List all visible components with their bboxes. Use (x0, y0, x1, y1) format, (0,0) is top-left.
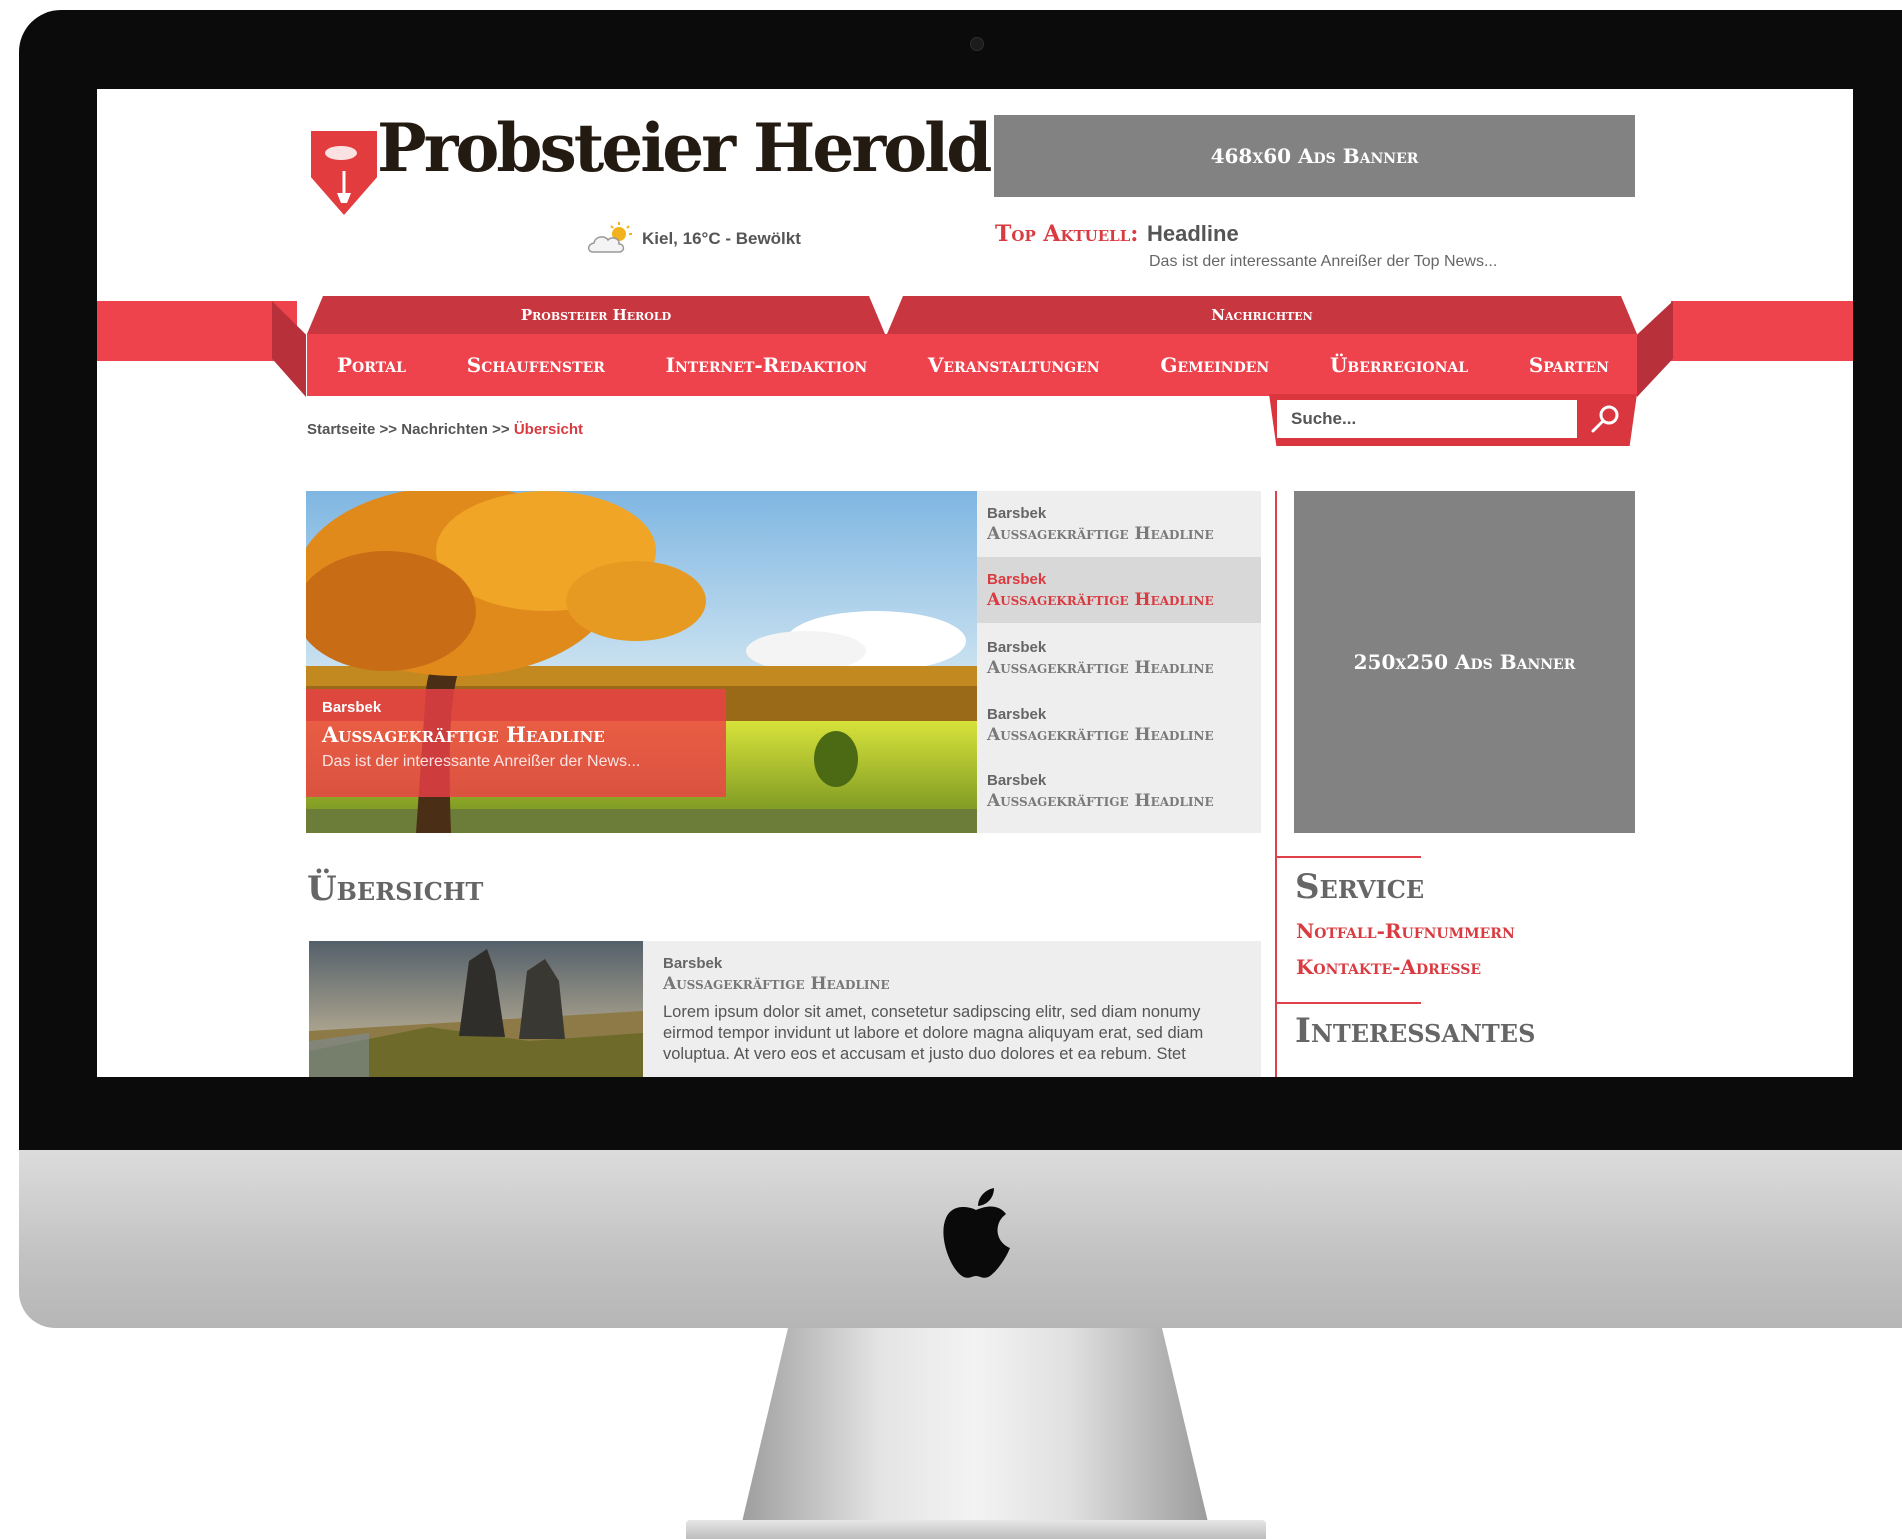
breadcrumb-item-startseite[interactable]: Startseite (307, 421, 375, 438)
search-icon (1591, 405, 1619, 433)
slider-item-location: Barsbek (987, 772, 1047, 789)
menu-item-veranstaltungen[interactable]: Veranstaltungen (928, 353, 1100, 377)
nav-ribbon-left (97, 301, 297, 361)
breadcrumb-separator: >> (492, 421, 510, 438)
menu-item-ueberregional[interactable]: Überregional (1330, 353, 1468, 377)
slider-caption-teaser: Das ist der interessante Anreißer der Ne… (322, 753, 641, 770)
article-image[interactable] (309, 941, 643, 1077)
slider-list-item[interactable]: Barsbek Aussagekräftige Headline (977, 625, 1261, 691)
top-news-headline[interactable]: Headline (1147, 221, 1239, 247)
top-news-teaser: Das ist der interessante Anreißer der To… (1149, 253, 1498, 270)
website-screen: Probsteier Herold Kiel, 16°C - Bewölkt 4… (97, 89, 1853, 1077)
breadcrumb-item-nachrichten[interactable]: Nachrichten (401, 421, 488, 438)
slider-list-item[interactable]: Barsbek Aussagekräftige Headline (977, 758, 1261, 824)
partly-cloudy-icon (587, 222, 632, 253)
breadcrumb: Startseite >> Nachrichten >> Übersicht (307, 421, 583, 438)
menu-item-gemeinden[interactable]: Gemeinden (1160, 353, 1269, 377)
slider-headline-list: Barsbek Aussagekräftige Headline Barsbek… (977, 491, 1261, 833)
search-button[interactable] (1583, 400, 1627, 438)
sidebar-interessantes-title: Interessantes (1295, 1011, 1536, 1051)
nav-group-label: Probsteier Herold (520, 306, 672, 324)
slider-item-headline: Aussagekräftige Headline (987, 590, 1214, 610)
slider-caption[interactable]: Barsbek Aussagekräftige Headline Das ist… (306, 689, 726, 797)
menu-item-schaufenster[interactable]: Schaufenster (467, 353, 605, 377)
sidebar-service-title: Service (1295, 867, 1425, 907)
apple-logo-icon (943, 1188, 1010, 1278)
breadcrumb-current: Übersicht (513, 421, 584, 438)
slider-item-location: Barsbek (987, 571, 1047, 588)
camera-icon (970, 37, 984, 51)
nav-ribbon-right (1671, 301, 1853, 361)
search-input[interactable] (1277, 400, 1577, 438)
breadcrumb-separator: >> (379, 421, 398, 438)
monitor-stand-foot (686, 1520, 1266, 1539)
sidebar-rule (1277, 856, 1421, 858)
sidebar-divider (1275, 491, 1277, 1077)
monitor-stand (738, 1328, 1212, 1539)
article-teaser[interactable]: Barsbek Aussagekräftige Headline Lorem i… (309, 941, 1261, 1077)
slider-item-headline: Aussagekräftige Headline (987, 791, 1214, 811)
weather-text: Kiel, 16°C - Bewölkt (642, 229, 801, 248)
article-headline[interactable]: Aussagekräftige Headline (663, 974, 1249, 994)
slider-item-headline: Aussagekräftige Headline (987, 725, 1214, 745)
ad-banner-label: 250x250 Ads Banner (1353, 650, 1576, 674)
menu-item-portal[interactable]: Portal (337, 353, 406, 377)
main-menu: Portal Schaufenster Internet-Redaktion V… (307, 334, 1637, 396)
slider-list-item-active[interactable]: Barsbek Aussagekräftige Headline (977, 557, 1261, 623)
slider-caption-location: Barsbek (322, 699, 382, 716)
slider-caption-headline: Aussagekräftige Headline (322, 722, 605, 747)
nav-group-nachrichten[interactable]: Nachrichten (887, 296, 1637, 334)
top-news-label: Top Aktuell: (995, 221, 1139, 247)
ad-banner-468x60[interactable]: 468x60 Ads Banner (994, 115, 1635, 197)
section-title: Übersicht (307, 869, 484, 909)
article-body: Barsbek Aussagekräftige Headline Lorem i… (663, 955, 1249, 1065)
menu-item-internet-redaktion[interactable]: Internet-Redaktion (666, 353, 867, 377)
slider-item-headline: Aussagekräftige Headline (987, 524, 1214, 544)
nav-group-probsteier-herold[interactable]: Probsteier Herold (307, 296, 885, 334)
slider-item-location: Barsbek (987, 706, 1047, 723)
slider-item-location: Barsbek (987, 639, 1047, 656)
ad-banner-250x250[interactable]: 250x250 Ads Banner (1294, 491, 1635, 833)
sidebar-link-notfall-rufnummern[interactable]: Notfall-Rufnummern (1296, 919, 1515, 943)
nav-fold-right (1637, 301, 1673, 397)
menu-item-sparten[interactable]: Sparten (1529, 353, 1609, 377)
slider-item-location: Barsbek (987, 505, 1047, 522)
slider-list-item[interactable]: Barsbek Aussagekräftige Headline (977, 692, 1261, 758)
slider-item-headline: Aussagekräftige Headline (987, 658, 1214, 678)
ad-banner-label: 468x60 Ads Banner (1210, 144, 1419, 168)
sidebar-rule (1277, 1002, 1421, 1004)
sidebar-link-kontakte-adresse[interactable]: Kontakte-Adresse (1296, 955, 1481, 979)
nav-group-label: Nachrichten (1211, 306, 1313, 324)
site-logo[interactable]: Probsteier Herold (377, 115, 992, 181)
slider-list-item[interactable]: Barsbek Aussagekräftige Headline (977, 491, 1261, 557)
article-text: Lorem ipsum dolor sit amet, consetetur s… (663, 1003, 1204, 1063)
article-location: Barsbek (663, 955, 723, 972)
logo-shield-icon (311, 131, 377, 215)
